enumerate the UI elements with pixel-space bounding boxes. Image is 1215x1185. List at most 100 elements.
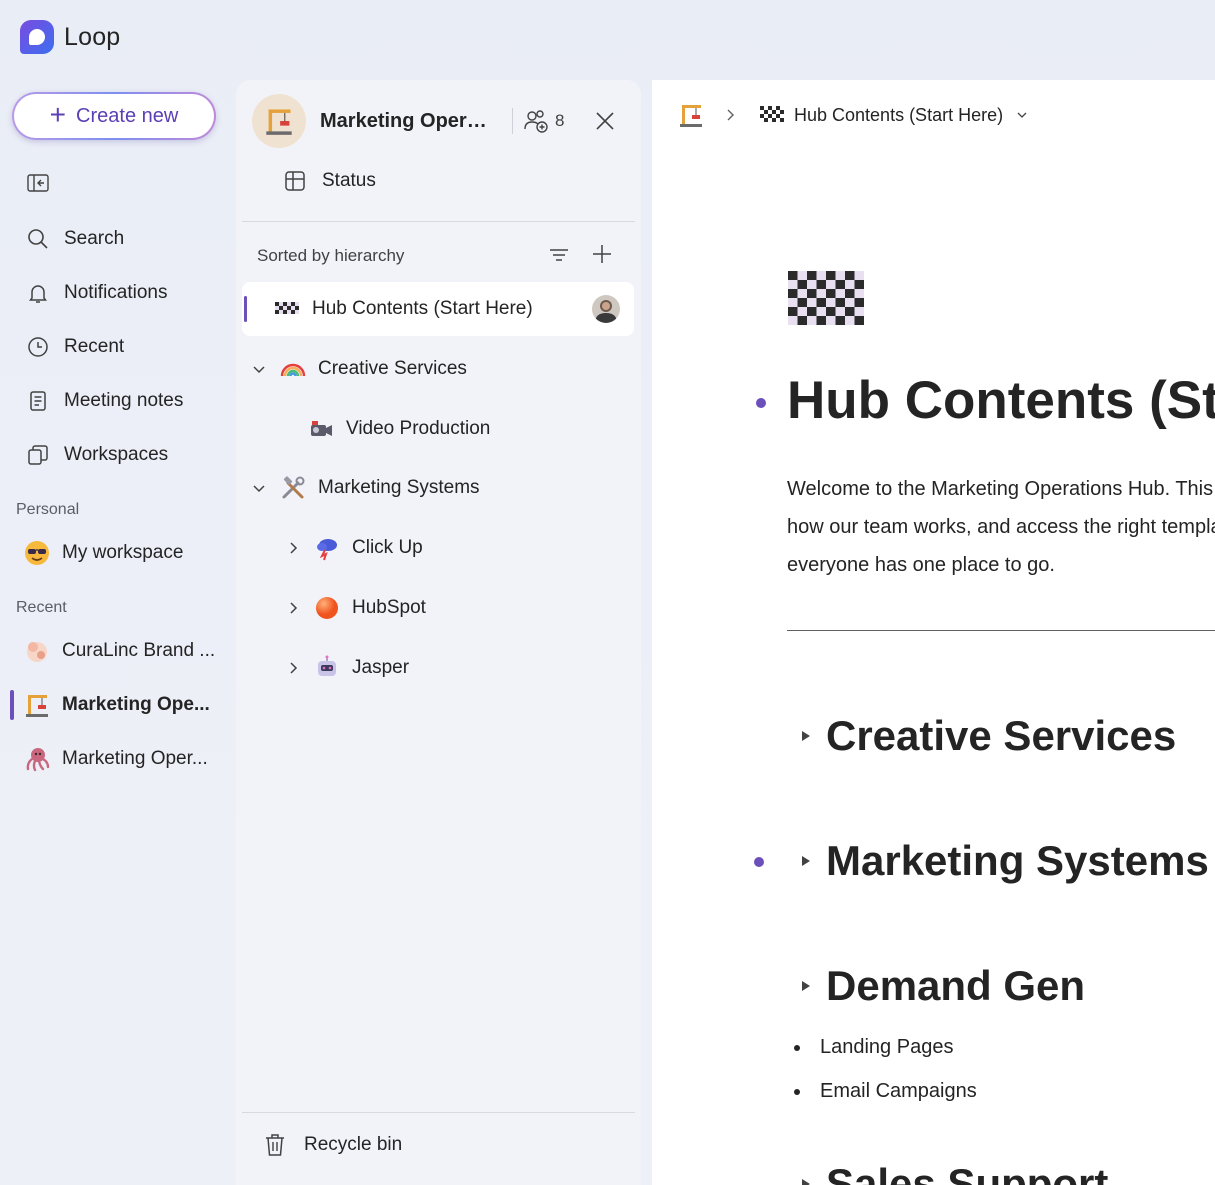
tree-item-jasper[interactable]: Jasper	[242, 641, 634, 695]
recycle-bin-item[interactable]: Recycle bin	[264, 1133, 402, 1157]
heading-text: Marketing Systems (MarTech)	[826, 837, 1215, 884]
tree-item-marketing-systems[interactable]: Marketing Systems	[242, 461, 634, 515]
divider	[242, 221, 635, 222]
bullet-icon	[794, 1088, 800, 1095]
my-workspace-item[interactable]: My workspace	[16, 531, 226, 575]
recent-item-marketing-ops[interactable]: Marketing Ope...	[16, 683, 226, 727]
loop-logo-icon	[20, 20, 54, 54]
page-title[interactable]: Hub Contents (Start Here)	[787, 370, 1215, 431]
people-add-icon	[524, 110, 548, 133]
nav-search[interactable]: Search	[16, 217, 226, 261]
nav-workspaces[interactable]: Workspaces	[16, 433, 226, 477]
list-item-text: Email Campaigns	[820, 1080, 977, 1102]
list-item-text: Landing Pages	[820, 1036, 954, 1058]
nav-recent[interactable]: Recent	[16, 325, 226, 369]
intro-line: Welcome to the Marketing Operations Hub.…	[787, 478, 1215, 500]
workspaces-icon	[28, 445, 48, 465]
sort-label: Sorted by hierarchy	[257, 246, 405, 265]
table-icon	[285, 171, 305, 191]
orange-circle-icon	[316, 597, 338, 619]
baby-emoji-icon	[27, 642, 47, 662]
chevron-right-icon[interactable]	[284, 659, 302, 677]
chevron-down-icon[interactable]	[250, 479, 268, 497]
nav-label: Meeting notes	[64, 390, 184, 411]
app-name: Loop	[64, 22, 121, 51]
breadcrumb-label: Hub Contents (Start Here)	[794, 104, 1004, 125]
nav-meeting-notes[interactable]: Meeting notes	[16, 379, 226, 423]
tree-item-creative-services[interactable]: Creative Services	[242, 342, 634, 396]
breadcrumb: Hub Contents (Start Here)	[678, 102, 1029, 128]
close-icon[interactable]	[594, 110, 616, 132]
plus-icon: +	[49, 99, 67, 130]
members-button[interactable]: 8	[523, 108, 564, 134]
create-new-button[interactable]: + Create new	[12, 92, 216, 140]
page-content: Hub Contents (Start Here) Hub Contents (…	[652, 80, 1215, 1185]
chevron-down-icon[interactable]	[250, 360, 268, 378]
selected-indicator	[244, 296, 247, 322]
block-handle-dot[interactable]	[754, 857, 764, 867]
chevron-right-icon[interactable]	[284, 539, 302, 557]
collapse-triangle-icon[interactable]	[800, 980, 812, 992]
sunglasses-emoji-icon	[25, 541, 49, 565]
heading-demand-gen[interactable]: Demand Gen	[800, 962, 1085, 1010]
recent-item-curalinc[interactable]: CuraLinc Brand ...	[16, 629, 226, 673]
recent-section-label: Recent	[16, 599, 67, 616]
heading-text: Demand Gen	[826, 962, 1086, 1009]
tree-item-hubspot[interactable]: HubSpot	[242, 581, 634, 635]
tree-item-label: Marketing Systems	[318, 477, 480, 498]
notes-icon	[30, 391, 46, 411]
recent-item-label: Marketing Oper...	[62, 748, 208, 769]
robot-icon	[318, 655, 336, 676]
breadcrumb-current[interactable]: Hub Contents (Start Here)	[760, 105, 1029, 126]
filter-icon[interactable]	[548, 245, 570, 265]
intro-paragraph[interactable]: Welcome to the Marketing Operations Hub.…	[787, 470, 1215, 584]
list-item[interactable]: Email Campaigns	[794, 1080, 977, 1103]
crane-emoji-icon	[266, 109, 292, 135]
video-camera-icon	[311, 421, 332, 436]
collapse-triangle-icon[interactable]	[800, 1178, 812, 1185]
block-handle-dot[interactable]	[756, 398, 766, 408]
search-icon	[28, 229, 48, 249]
heading-creative-services[interactable]: Creative Services	[800, 712, 1176, 760]
create-new-label: Create new	[76, 104, 179, 127]
header-divider	[512, 108, 513, 134]
list-item[interactable]: Landing Pages	[794, 1036, 953, 1059]
tree-item-video-production[interactable]: Video Production	[242, 402, 634, 456]
recent-item-label: CuraLinc Brand ...	[62, 640, 216, 661]
trash-icon	[266, 1134, 284, 1156]
crane-emoji-icon[interactable]	[678, 102, 704, 128]
collapse-sidebar-icon[interactable]	[27, 174, 49, 192]
nav-notifications[interactable]: Notifications	[16, 271, 226, 315]
workspace-title[interactable]: Marketing Operati...	[320, 110, 496, 133]
collapse-triangle-icon[interactable]	[800, 730, 812, 742]
bell-icon	[29, 285, 47, 303]
member-count: 8	[555, 111, 565, 130]
status-item[interactable]: Status	[284, 170, 376, 192]
my-workspace-label: My workspace	[62, 542, 184, 563]
add-icon[interactable]	[591, 243, 613, 265]
storm-cloud-icon	[317, 539, 337, 561]
nav-label: Notifications	[64, 282, 168, 303]
checkered-flag-icon	[275, 302, 299, 314]
intro-line: how our team works, and access the right…	[787, 516, 1215, 538]
checkered-flag-icon	[760, 106, 784, 122]
tree-item-label: Jasper	[352, 657, 410, 678]
checkered-flag-icon[interactable]	[788, 271, 864, 325]
heading-text: Sales Support	[826, 1160, 1109, 1185]
workspace-avatar[interactable]	[252, 94, 306, 148]
nav-label: Workspaces	[64, 444, 169, 465]
collapse-triangle-icon[interactable]	[800, 855, 812, 867]
clock-icon	[28, 337, 48, 357]
recent-item-marketing-oper[interactable]: Marketing Oper...	[16, 737, 226, 781]
tree-item-label: Video Production	[346, 418, 491, 439]
active-indicator	[10, 690, 14, 720]
tree-item-hub-contents[interactable]: Hub Contents (Start Here)	[242, 282, 634, 336]
heading-marketing-systems[interactable]: Marketing Systems (MarTech)	[800, 837, 1215, 885]
chevron-right-icon[interactable]	[284, 599, 302, 617]
nav-label: Recent	[64, 336, 125, 357]
tree-item-label: HubSpot	[352, 597, 426, 618]
bullet-icon	[794, 1044, 800, 1051]
tree-item-label: Creative Services	[318, 358, 467, 379]
heading-sales-support[interactable]: Sales Support	[800, 1160, 1108, 1185]
tree-item-click-up[interactable]: Click Up	[242, 521, 634, 575]
